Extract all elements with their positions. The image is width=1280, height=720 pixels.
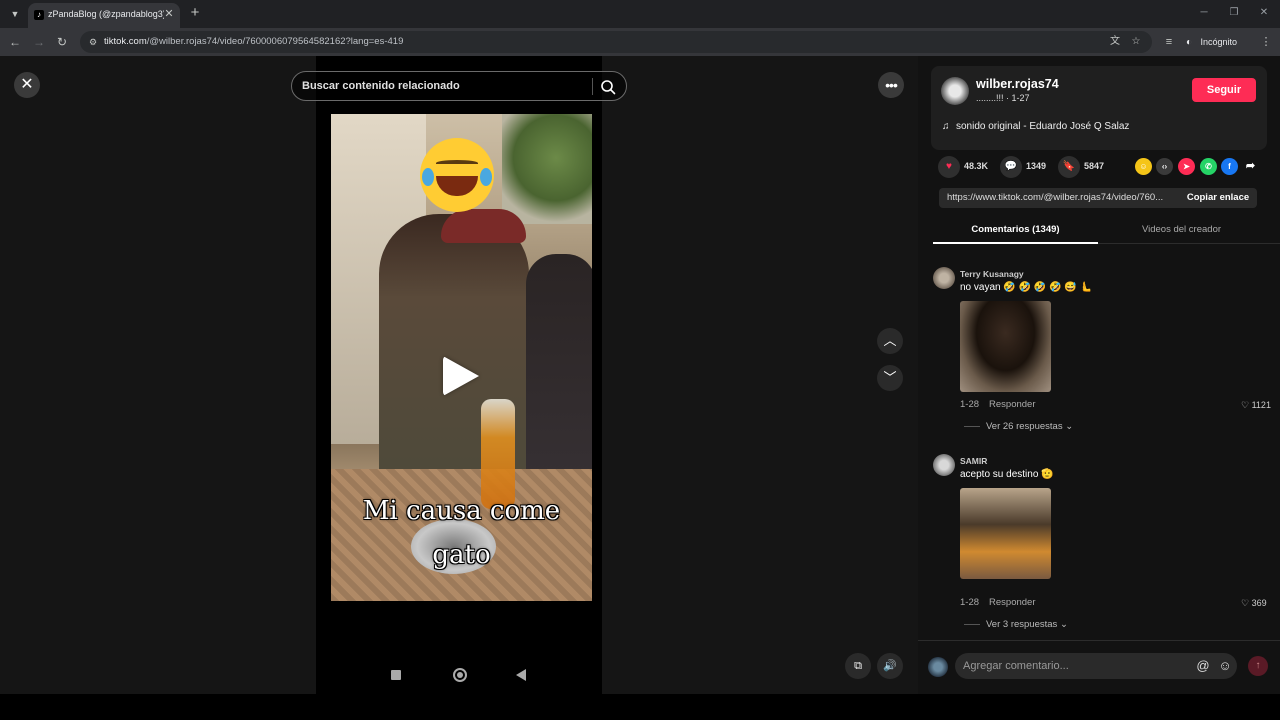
browser-tabstrip: ▼ ♪ zPandaBlog (@zpandablog3) | TikTok ✕… <box>0 0 1280 28</box>
comment-text: no vayan 🤣 🤣 🤣 🤣 😅 🫷 <box>960 282 1092 293</box>
sidebar-tabs: Comentarios (1349) Videos del creador <box>933 218 1280 244</box>
search-input[interactable] <box>302 78 582 94</box>
comment-username[interactable]: SAMIR <box>960 456 987 466</box>
facebook-icon[interactable]: f <box>1221 158 1238 175</box>
browser-toolbar: ← → ↻ ⚙ tiktok.com/@wilber.rojas74/video… <box>0 28 1280 56</box>
emoji-icon[interactable]: ☺ <box>1217 657 1233 675</box>
comment-meta: 1-28 Responder <box>960 597 1036 608</box>
home-icon <box>453 668 467 682</box>
next-video-button[interactable]: ﹀ <box>877 365 903 391</box>
music-link[interactable]: ♫ sonido original - Eduardo José Q Salaz <box>942 121 1129 132</box>
reload-icon[interactable]: ↻ <box>53 33 71 51</box>
new-tab-icon[interactable]: + <box>186 4 204 22</box>
restore-icon[interactable]: ❐ <box>1223 4 1245 22</box>
tiktok-video-page: ✕ Mi causa come gato Buscar contenido re… <box>0 56 1280 694</box>
comment-sticker-image[interactable] <box>960 488 1051 579</box>
address-bar[interactable]: ⚙ tiktok.com/@wilber.rojas74/video/76000… <box>80 31 1152 53</box>
commenter-avatar[interactable] <box>933 267 955 289</box>
send-comment-icon[interactable]: ↑ <box>1248 656 1268 676</box>
comment-like[interactable]: ♡ 1121 <box>1241 400 1271 411</box>
music-note-icon: ♫ <box>942 121 950 132</box>
site-info-icon[interactable]: ⚙ <box>86 35 100 49</box>
tab-search-icon[interactable]: ▼ <box>6 5 24 23</box>
copy-link-button[interactable]: Copiar enlace <box>1179 188 1257 208</box>
back-triangle-icon <box>516 669 526 681</box>
heart-icon[interactable]: ♥ <box>938 156 960 178</box>
menu-kebab-icon[interactable]: ⋮ <box>1257 33 1275 51</box>
creator-subtitle: ........!!! · 1-27 <box>976 93 1030 103</box>
comment-composer: @ ☺ ↑ <box>918 640 1280 694</box>
play-icon[interactable] <box>443 356 479 396</box>
comment-username[interactable]: Terry Kusanagy <box>960 269 1024 279</box>
share-link-row: https://www.tiktok.com/@wilber.rojas74/v… <box>939 188 1257 208</box>
tab-title: zPandaBlog (@zpandablog3) | TikTok <box>48 9 164 19</box>
url-text[interactable]: tiktok.com/@wilber.rojas74/video/7600006… <box>104 36 403 47</box>
incognito-icon: ◐ <box>1186 37 1193 48</box>
close-video-button[interactable]: ✕ <box>14 72 40 98</box>
user-avatar[interactable] <box>928 657 948 677</box>
whatsapp-icon[interactable]: ✆ <box>1200 158 1217 175</box>
view-replies-button[interactable]: Ver 3 respuestas ⌄ <box>964 619 1068 630</box>
incognito-indicator[interactable]: ◐ Incógnito <box>1186 33 1237 51</box>
share-arrow-icon[interactable]: ➦ <box>1242 158 1259 175</box>
video-sidebar: wilber.rojas74 ........!!! · 1-27 Seguir… <box>918 56 1280 694</box>
reply-button[interactable]: Responder <box>989 597 1035 608</box>
back-icon[interactable]: ← <box>6 33 24 51</box>
bookmark-star-icon[interactable]: ☆ <box>1129 35 1143 49</box>
minimize-icon[interactable]: ─ <box>1193 4 1215 22</box>
heart-outline-icon: ♡ <box>1241 400 1250 410</box>
creator-avatar[interactable] <box>941 77 969 105</box>
friends-share-icon[interactable]: ☺ <box>1135 158 1152 175</box>
tab-creator-videos[interactable]: Videos del creador <box>1099 218 1264 244</box>
comment-input-wrapper: @ ☺ <box>955 653 1237 679</box>
chevron-down-icon: ⌄ <box>1065 421 1074 432</box>
comment-sticker-image[interactable] <box>960 301 1051 392</box>
close-window-icon[interactable]: ✕ <box>1253 4 1275 22</box>
volume-button[interactable]: 🔊 <box>877 653 903 679</box>
translate-icon[interactable]: 文 <box>1108 35 1122 49</box>
reply-button[interactable]: Responder <box>989 399 1035 410</box>
chevron-down-icon: ⌄ <box>1059 619 1068 630</box>
creator-name[interactable]: wilber.rojas74 <box>976 77 1059 91</box>
comment-like[interactable]: ♡ 369 <box>1241 598 1267 609</box>
comment-text: acepto su destino 🫡 <box>960 469 1054 480</box>
recents-icon <box>391 670 401 680</box>
forward-icon[interactable]: → <box>30 33 48 51</box>
view-replies-button[interactable]: Ver 26 respuestas ⌄ <box>964 421 1073 432</box>
media-controls-icon[interactable]: ≡ <box>1160 33 1178 51</box>
bookmark-icon[interactable]: 🔖 <box>1058 156 1080 178</box>
tiktok-favicon-icon: ♪ <box>34 10 44 20</box>
floating-player-button[interactable]: ⧉ <box>845 653 871 679</box>
commenter-avatar[interactable] <box>933 454 955 476</box>
comment-item: SAMIR acepto su destino 🫡 1-28 Responder … <box>933 454 1278 630</box>
video-area: ✕ Mi causa come gato Buscar contenido re… <box>0 56 918 694</box>
browser-tab[interactable]: ♪ zPandaBlog (@zpandablog3) | TikTok ✕ <box>28 3 180 28</box>
more-options-button[interactable]: ••• <box>878 72 904 98</box>
related-search-bar <box>291 71 627 101</box>
embed-icon[interactable]: ‹› <box>1156 158 1173 175</box>
laughing-emoji-sticker <box>420 138 494 212</box>
android-navbar <box>316 664 602 688</box>
comment-bubble-icon[interactable]: 💬 <box>1000 156 1022 178</box>
screen-bottom-bar <box>0 694 1280 720</box>
search-icon[interactable] <box>599 78 617 96</box>
heart-outline-icon: ♡ <box>1241 598 1250 608</box>
follow-button[interactable]: Seguir <box>1192 78 1256 102</box>
previous-video-button[interactable]: ︿ <box>877 328 903 354</box>
creator-card: wilber.rojas74 ........!!! · 1-27 Seguir… <box>931 66 1267 150</box>
video-caption: Mi causa come gato <box>362 496 561 570</box>
close-tab-icon[interactable]: ✕ <box>162 7 176 21</box>
comment-meta: 1-28 Responder <box>960 399 1036 410</box>
send-to-friends-icon[interactable]: ➤ <box>1178 158 1195 175</box>
comment-input[interactable] <box>963 658 1183 674</box>
video-link-text[interactable]: https://www.tiktok.com/@wilber.rojas74/v… <box>947 192 1175 203</box>
tab-comments[interactable]: Comentarios (1349) <box>933 218 1098 244</box>
mention-icon[interactable]: @ <box>1195 657 1211 675</box>
comment-item: Terry Kusanagy no vayan 🤣 🤣 🤣 🤣 😅 🫷 1-28… <box>933 267 1278 437</box>
engagement-row: ♥ 48.3K 💬 1349 🔖 5847 ☺ ‹› ➤ ✆ f ➦ <box>938 156 1278 178</box>
